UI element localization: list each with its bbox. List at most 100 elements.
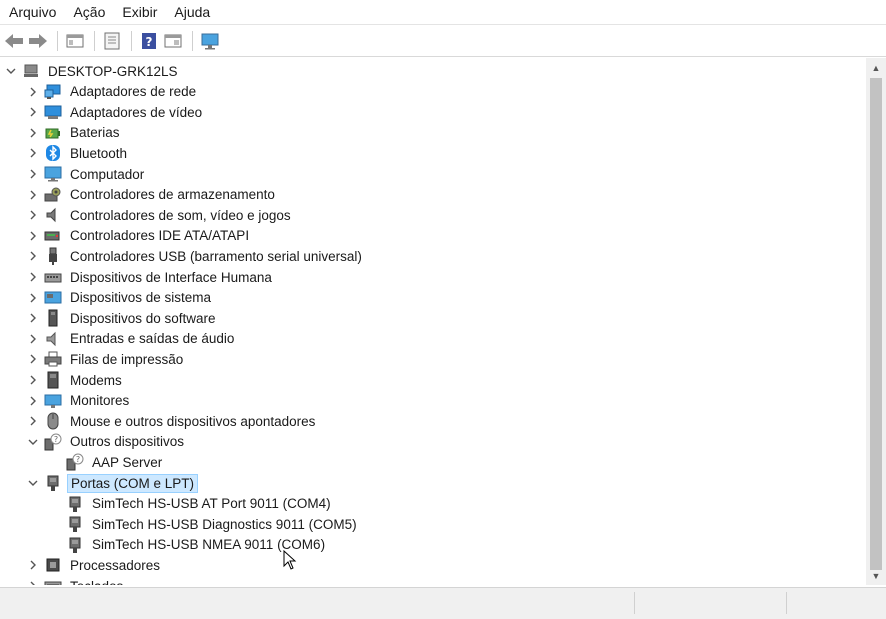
- menu-exibir[interactable]: Exibir: [113, 0, 165, 24]
- expander[interactable]: [26, 167, 40, 181]
- port-icon: [44, 474, 62, 492]
- expander[interactable]: [26, 373, 40, 387]
- expander[interactable]: [26, 476, 40, 490]
- tree-category[interactable]: Baterias: [26, 123, 123, 143]
- usb-icon: [44, 247, 62, 266]
- speaker-icon: [44, 206, 62, 224]
- tree-item-label: Controladores de som, vídeo e jogos: [70, 207, 291, 223]
- properties-icon: [104, 32, 120, 49]
- tree-category[interactable]: Mouse e outros dispositivos apontadores: [26, 411, 318, 431]
- tree-category[interactable]: Controladores de armazenamento: [26, 185, 278, 205]
- tree-category[interactable]: Dispositivos do software: [26, 308, 219, 328]
- tree-category[interactable]: Dispositivos de sistema: [26, 288, 214, 308]
- menu-arquivo[interactable]: Arquivo: [0, 0, 64, 24]
- scan-hardware-button[interactable]: [199, 30, 221, 52]
- scrollbar-thumb[interactable]: [870, 78, 882, 570]
- scroll-down-icon[interactable]: ▼: [870, 570, 882, 582]
- keyboard-icon: [44, 577, 62, 585]
- tree-category[interactable]: ? Outros dispositivos: [26, 432, 187, 452]
- tree-item-label: Portas (COM e LPT): [67, 473, 199, 493]
- chevron-right-icon: [30, 396, 36, 406]
- tree-item-label: Entradas e saídas de áudio: [70, 331, 235, 347]
- expander[interactable]: [26, 188, 40, 202]
- expander[interactable]: [26, 146, 40, 160]
- tree-category[interactable]: Entradas e saídas de áudio: [26, 329, 237, 349]
- tree-category[interactable]: Dispositivos de Interface Humana: [26, 267, 275, 287]
- tree-item-label: AAP Server: [92, 454, 163, 470]
- tree-category[interactable]: Controladores de som, vídeo e jogos: [26, 205, 294, 225]
- show-hide-tree-button[interactable]: [64, 30, 86, 52]
- menu-acao[interactable]: Ação: [64, 0, 113, 24]
- tree-category[interactable]: Monitores: [26, 391, 132, 411]
- tree-item-label: Controladores de armazenamento: [70, 187, 275, 203]
- expander: [48, 517, 62, 531]
- expander[interactable]: [4, 64, 18, 78]
- tree-device[interactable]: SimTech HS-USB AT Port 9011 (COM4): [48, 494, 334, 514]
- tree-category[interactable]: Portas (COM e LPT): [26, 473, 199, 493]
- expander[interactable]: [26, 435, 40, 449]
- tree-item-label: Adaptadores de rede: [70, 84, 197, 100]
- help-icon: ?: [142, 32, 156, 49]
- computer-icon: [44, 165, 62, 183]
- expander[interactable]: [26, 414, 40, 428]
- back-icon: [5, 33, 23, 48]
- tree-category[interactable]: Adaptadores de rede: [26, 82, 199, 102]
- port-icon: [66, 495, 84, 513]
- chevron-down-icon: [6, 68, 16, 74]
- tree-category[interactable]: Bluetooth: [26, 143, 130, 163]
- back-button[interactable]: [3, 30, 25, 52]
- expander[interactable]: [26, 270, 40, 284]
- tree-device[interactable]: SimTech HS-USB Diagnostics 9011 (COM5): [48, 514, 360, 534]
- unknown-device-icon: ?: [66, 453, 84, 471]
- printer-icon: [44, 350, 62, 368]
- expander[interactable]: [26, 332, 40, 346]
- expander[interactable]: [26, 291, 40, 305]
- forward-button[interactable]: [27, 30, 49, 52]
- chevron-right-icon: [30, 334, 36, 344]
- tree-device[interactable]: ? AAP Server: [48, 452, 165, 472]
- expander[interactable]: [26, 208, 40, 222]
- properties-button[interactable]: [101, 30, 123, 52]
- monitor-icon: [201, 33, 219, 49]
- help-button[interactable]: ?: [138, 30, 160, 52]
- svg-text:?: ?: [76, 455, 80, 464]
- menu-bar: Arquivo Ação Exibir Ajuda: [0, 0, 886, 25]
- tree-category[interactable]: Adaptadores de vídeo: [26, 102, 205, 122]
- tree-item-label: Dispositivos de sistema: [70, 290, 212, 306]
- expander[interactable]: [26, 352, 40, 366]
- tree-category[interactable]: Filas de impressão: [26, 349, 186, 369]
- tree-item-label: Bluetooth: [70, 145, 128, 161]
- expander: [48, 455, 62, 469]
- forward-icon: [29, 33, 47, 48]
- tree-category[interactable]: Teclados: [26, 576, 126, 585]
- expander[interactable]: [26, 249, 40, 263]
- ide-controller-icon: [44, 227, 62, 245]
- view-button[interactable]: [162, 30, 184, 52]
- chevron-right-icon: [30, 313, 36, 323]
- chevron-right-icon: [30, 231, 36, 241]
- expander[interactable]: [26, 311, 40, 325]
- vertical-scrollbar[interactable]: ▲ ▼: [866, 58, 886, 585]
- expander[interactable]: [26, 126, 40, 140]
- scroll-up-icon[interactable]: ▲: [870, 62, 882, 74]
- tree-category[interactable]: Controladores IDE ATA/ATAPI: [26, 226, 252, 246]
- expander[interactable]: [26, 85, 40, 99]
- expander[interactable]: [26, 394, 40, 408]
- storage-controller-icon: [44, 186, 62, 204]
- tree-category[interactable]: Controladores USB (barramento serial uni…: [26, 246, 365, 266]
- tree-category[interactable]: Processadores: [26, 555, 163, 575]
- software-device-icon: [44, 309, 62, 327]
- tree-category[interactable]: Computador: [26, 164, 147, 184]
- tree-category[interactable]: Modems: [26, 370, 125, 390]
- toolbar-separator: [131, 30, 132, 51]
- expander[interactable]: [26, 558, 40, 572]
- expander[interactable]: [26, 229, 40, 243]
- tree-root[interactable]: DESKTOP-GRK12LS: [4, 61, 181, 81]
- menu-ajuda[interactable]: Ajuda: [165, 0, 218, 24]
- expander[interactable]: [26, 579, 40, 585]
- expander[interactable]: [26, 105, 40, 119]
- processor-icon: [44, 556, 62, 574]
- tree-item-label: Controladores IDE ATA/ATAPI: [70, 228, 250, 244]
- tree-item-label: Baterias: [70, 125, 120, 141]
- chevron-right-icon: [30, 416, 36, 426]
